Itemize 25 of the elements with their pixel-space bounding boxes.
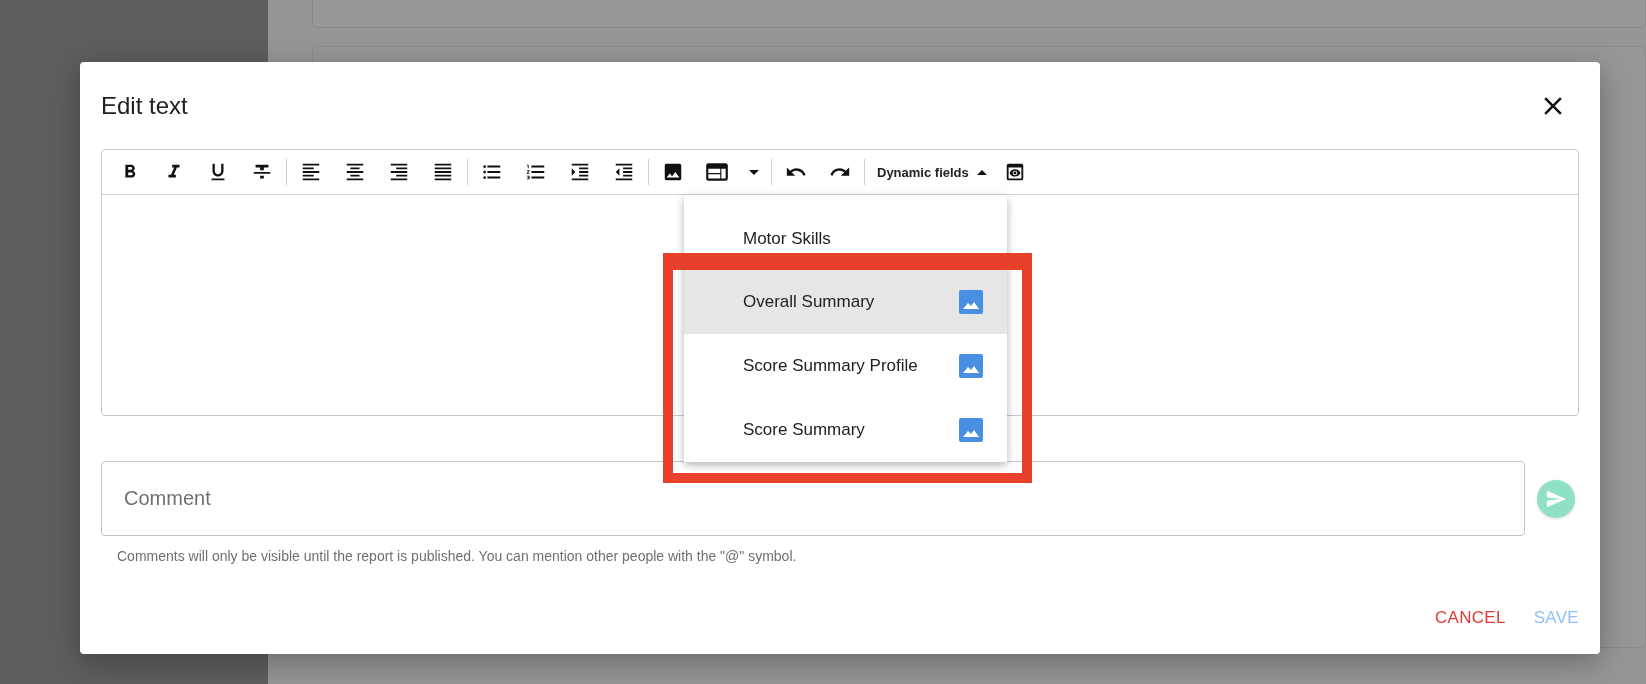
menu-item-label: Motor Skills	[743, 228, 831, 249]
caret-icon	[976, 169, 987, 175]
comment-field[interactable]: Comment	[101, 461, 1525, 536]
image-icon	[959, 354, 983, 378]
dialog-title: Edit text	[101, 92, 188, 120]
menu-item-label: Score Summary Profile	[743, 356, 918, 376]
helper-text: Comments will only be visible until the report is published. You can mention other people with the "@" symbol.	[117, 548, 798, 564]
menu-item[interactable]: Score Summary	[684, 398, 1007, 462]
align-center-icon	[344, 161, 366, 183]
menu-item[interactable]: Motor Skills	[684, 206, 1007, 253]
align-right-icon	[388, 161, 410, 183]
image-icon	[662, 161, 684, 183]
image-icon	[959, 290, 983, 314]
dynamic-fields-button[interactable]: Dynamic fields	[867, 154, 993, 190]
indent-icon	[569, 161, 591, 183]
align-left-icon	[300, 161, 322, 183]
image-icon	[959, 418, 983, 442]
menu-item-label: Overall Summary	[743, 292, 875, 312]
menu-item[interactable]: Overall Summary	[684, 270, 1007, 334]
align-justify-icon	[432, 161, 454, 183]
menu-item-label: Score Summary	[743, 420, 865, 440]
menu-item[interactable]: Score Summary Profile	[684, 334, 1007, 398]
cancel-button[interactable]: CANCEL	[1434, 604, 1506, 632]
caret-icon	[749, 169, 759, 175]
outdent-icon	[613, 161, 635, 183]
